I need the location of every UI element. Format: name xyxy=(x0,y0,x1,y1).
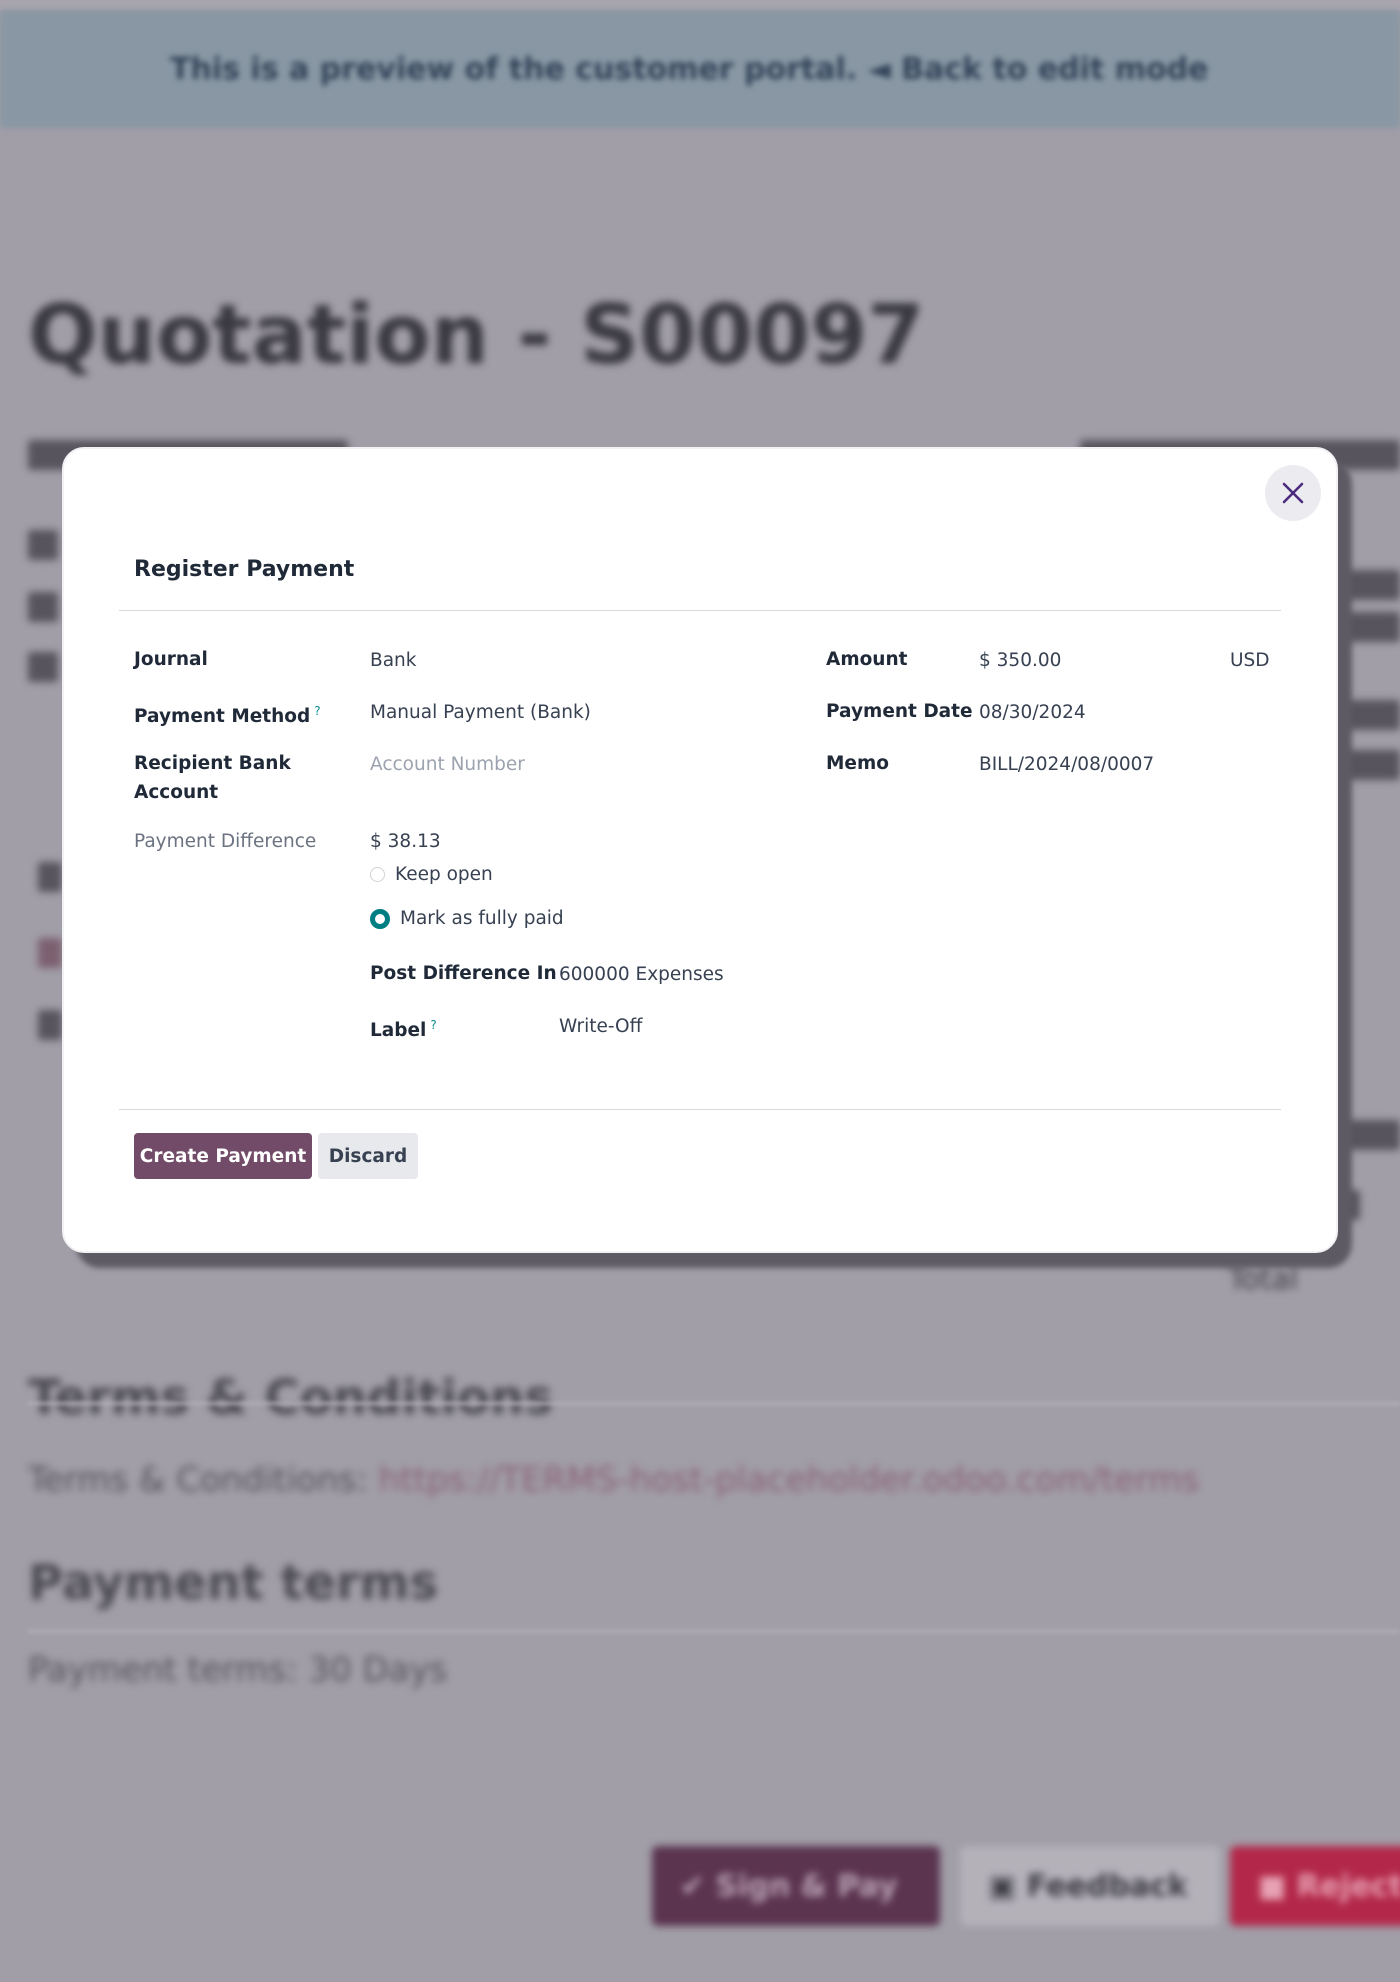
recipient-bank-label: Recipient Bank Account xyxy=(134,753,291,803)
help-tooltip-icon[interactable]: ? xyxy=(314,704,320,718)
sign-pay-button[interactable]: ✔ Sign & Pay xyxy=(652,1846,940,1926)
payment-method-field[interactable]: Manual Payment (Bank) xyxy=(370,698,591,727)
payment-date-label: Payment Date xyxy=(826,701,973,722)
blurred-text-line xyxy=(28,592,58,622)
mark-fully-paid-label: Mark as fully paid xyxy=(400,908,564,929)
radio-unchecked-icon xyxy=(370,867,385,882)
amount-label: Amount xyxy=(826,649,908,670)
keep-open-radio[interactable]: Keep open xyxy=(370,864,493,885)
payment-date-field[interactable]: 08/30/2024 xyxy=(979,698,1086,727)
currency-field[interactable]: USD xyxy=(1230,646,1270,675)
mark-fully-paid-radio[interactable]: Mark as fully paid xyxy=(370,908,564,929)
create-payment-button[interactable]: Create Payment xyxy=(134,1133,312,1179)
payment-difference-label: Payment Difference xyxy=(134,831,317,852)
terms-text: Terms & Conditions: https://TERMS-host-p… xyxy=(28,1460,1200,1500)
radio-checked-icon xyxy=(370,908,390,929)
background-top-strip xyxy=(0,0,1400,10)
divider xyxy=(28,1402,1400,1405)
close-button[interactable] xyxy=(1265,465,1321,521)
terms-heading: Terms & Conditions xyxy=(28,1370,553,1426)
writeoff-label-label: Label? xyxy=(370,1018,437,1042)
blurred-text-line xyxy=(38,862,62,892)
blurred-text-line xyxy=(28,652,58,682)
help-tooltip-icon[interactable]: ? xyxy=(430,1018,436,1032)
post-difference-field[interactable]: 600000 Expenses xyxy=(559,960,724,989)
feedback-button[interactable]: ▣ Feedback xyxy=(960,1846,1220,1926)
memo-field[interactable]: BILL/2024/08/0007 xyxy=(979,750,1154,779)
blurred-text-line xyxy=(38,938,62,968)
quotation-title: Quotation - S00097 xyxy=(28,288,925,383)
blurred-text-line xyxy=(28,530,58,560)
payment-difference-value: $ 38.13 xyxy=(370,831,441,852)
amount-field[interactable]: $ 350.00 xyxy=(979,646,1061,675)
preview-banner-text: This is a preview of the customer portal… xyxy=(170,51,1209,87)
keep-open-label: Keep open xyxy=(395,864,493,885)
writeoff-label-field[interactable]: Write-Off xyxy=(559,1012,642,1041)
memo-label: Memo xyxy=(826,753,889,774)
preview-banner: This is a preview of the customer portal… xyxy=(0,10,1400,128)
footer-divider xyxy=(119,1109,1281,1110)
header-divider xyxy=(119,610,1281,611)
dialog-title: Register Payment xyxy=(134,557,355,582)
blurred-text-line xyxy=(38,1010,62,1040)
payment-terms-heading: Payment terms xyxy=(28,1555,439,1611)
register-payment-dialog: Register Payment Journal Bank Payment Me… xyxy=(62,447,1338,1253)
payment-method-label: Payment Method? xyxy=(134,704,321,728)
reject-button[interactable]: ■ Reject xyxy=(1230,1846,1400,1926)
payment-terms-text: Payment terms: 30 Days xyxy=(28,1650,448,1690)
journal-label: Journal xyxy=(134,649,208,670)
discard-button[interactable]: Discard xyxy=(318,1133,418,1179)
terms-link[interactable]: https://TERMS-host-placeholder.odoo.com/… xyxy=(378,1460,1199,1500)
post-difference-label: Post Difference In xyxy=(370,963,557,984)
close-icon xyxy=(1282,482,1304,504)
recipient-bank-account-input[interactable]: Account Number xyxy=(370,750,525,779)
journal-field[interactable]: Bank xyxy=(370,646,416,675)
divider xyxy=(28,1630,1400,1633)
